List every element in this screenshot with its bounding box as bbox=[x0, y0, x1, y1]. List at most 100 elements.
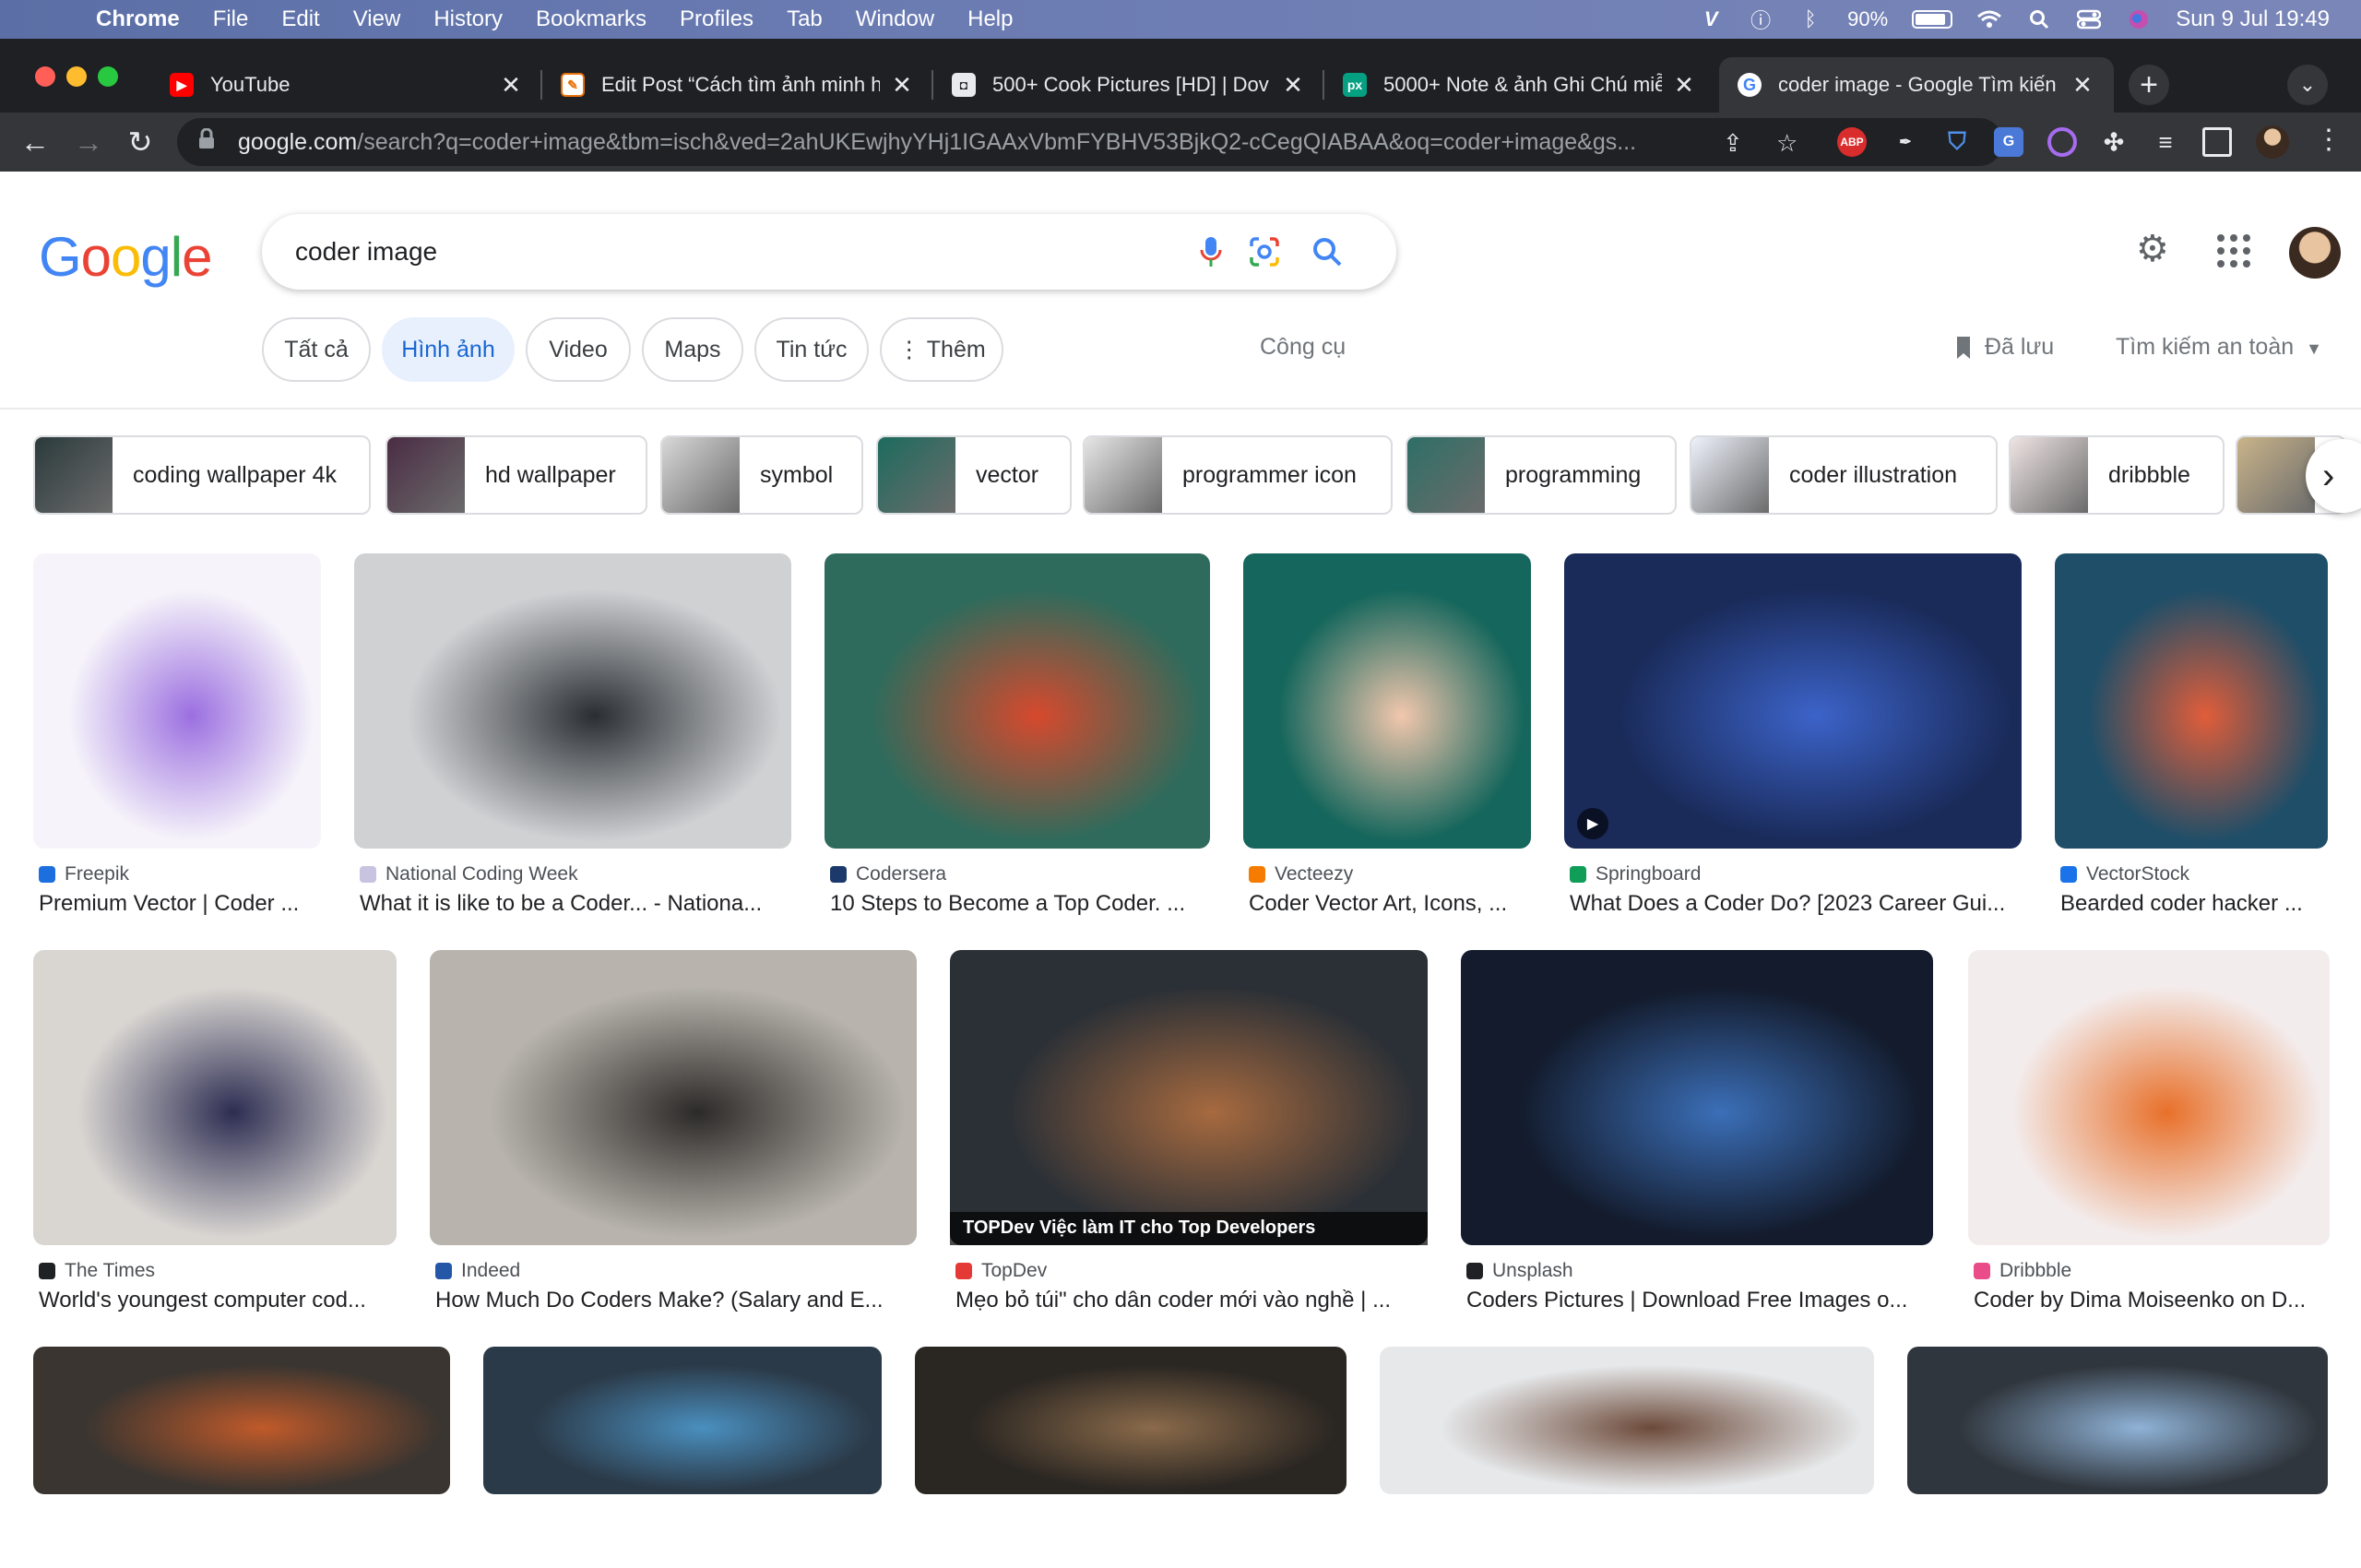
result-thumbnail[interactable] bbox=[33, 950, 397, 1245]
result-title[interactable]: Coder Vector Art, Icons, ... bbox=[1249, 891, 1531, 917]
menubar-clock[interactable]: Sun 9 Jul 19:49 bbox=[2176, 6, 2330, 32]
result-source[interactable]: National Coding Week bbox=[360, 863, 578, 885]
shield-icon[interactable]: ⛉ bbox=[1942, 127, 1972, 157]
forward-button[interactable]: → bbox=[72, 125, 105, 159]
tab-search-button[interactable]: ⌄ bbox=[2287, 65, 2328, 105]
wifi-icon[interactable] bbox=[1976, 9, 2002, 30]
result-thumbnail[interactable] bbox=[33, 553, 321, 849]
reload-button[interactable]: ↻ bbox=[124, 125, 157, 159]
result-title[interactable]: Coders Pictures | Download Free Images o… bbox=[1466, 1288, 1933, 1313]
result-source[interactable]: Freepik bbox=[39, 863, 129, 885]
abp-icon[interactable]: ABP bbox=[1837, 127, 1867, 157]
lens-icon[interactable] bbox=[1247, 234, 1282, 269]
result-source[interactable]: TopDev bbox=[955, 1260, 1047, 1282]
menu-app[interactable]: Chrome bbox=[96, 6, 180, 32]
result-thumbnail[interactable] bbox=[950, 950, 1428, 1245]
result-thumbnail[interactable] bbox=[2055, 553, 2328, 849]
safesearch-dropdown[interactable]: Tìm kiếm an toàn ▼ bbox=[2116, 334, 2322, 361]
spotlight-search-icon[interactable] bbox=[2026, 9, 2052, 30]
google-apps-icon[interactable] bbox=[2217, 234, 2250, 267]
back-button[interactable]: ← bbox=[18, 125, 52, 159]
result-source[interactable]: Dribbble bbox=[1974, 1260, 2071, 1282]
result-source[interactable]: The Times bbox=[39, 1260, 155, 1282]
result-thumbnail[interactable] bbox=[825, 553, 1210, 849]
image-result[interactable]: The Times World's youngest computer cod..… bbox=[33, 950, 397, 1319]
close-tab-icon[interactable]: ✕ bbox=[498, 71, 524, 100]
result-thumbnail[interactable] bbox=[1968, 950, 2330, 1245]
menu-help[interactable]: Help bbox=[967, 6, 1013, 32]
result-title[interactable]: What Does a Coder Do? [2023 Career Gui..… bbox=[1570, 891, 2022, 917]
menu-bookmarks[interactable]: Bookmarks bbox=[536, 6, 647, 32]
close-tab-icon[interactable]: ✕ bbox=[1671, 71, 1697, 100]
url-text[interactable]: google.com/search?q=coder+image&tbm=isch… bbox=[238, 129, 1714, 156]
image-result[interactable]: National Coding Week What it is like to b… bbox=[354, 553, 791, 922]
image-result[interactable] bbox=[915, 1347, 1347, 1568]
menu-view[interactable]: View bbox=[353, 6, 401, 32]
related-search-chip[interactable]: dribbble bbox=[2009, 435, 2225, 515]
control-center-icon[interactable] bbox=[2076, 9, 2102, 30]
menu-edit[interactable]: Edit bbox=[281, 6, 319, 32]
chip-images[interactable]: Hình ảnh bbox=[382, 317, 515, 382]
sidepanel-icon[interactable] bbox=[2202, 127, 2232, 157]
result-thumbnail[interactable] bbox=[1243, 553, 1531, 849]
bookmark-star-icon[interactable]: ☆ bbox=[1776, 129, 1797, 158]
image-result[interactable]: TOPDev Việc làm IT cho Top Developers Top… bbox=[950, 950, 1428, 1319]
image-result[interactable]: Indeed How Much Do Coders Make? (Salary a… bbox=[430, 950, 917, 1319]
share-icon[interactable]: ⇪ bbox=[1723, 129, 1743, 158]
related-search-chip[interactable]: programming bbox=[1406, 435, 1677, 515]
mic-icon[interactable] bbox=[1193, 234, 1228, 269]
address-bar[interactable]: google.com/search?q=coder+image&tbm=isch… bbox=[177, 118, 2003, 166]
result-source[interactable]: Unsplash bbox=[1466, 1260, 1573, 1282]
vivaldi-status-icon[interactable]: V bbox=[1698, 7, 1724, 30]
image-result[interactable] bbox=[483, 1347, 882, 1568]
result-thumbnail[interactable] bbox=[1564, 553, 2022, 849]
tab-cook-pictures[interactable]: ◘ 500+ Cook Pictures [HD] | Dov ✕ bbox=[933, 57, 1324, 113]
google-logo[interactable]: Google bbox=[39, 225, 213, 289]
account-avatar[interactable] bbox=[2289, 227, 2341, 279]
result-thumbnail[interactable] bbox=[915, 1347, 1347, 1494]
siri-icon[interactable] bbox=[2126, 9, 2152, 30]
image-result[interactable]: Codersera 10 Steps to Become a Top Coder.… bbox=[825, 553, 1210, 922]
playlist-icon[interactable]: ≡ bbox=[2151, 127, 2180, 157]
chip-all[interactable]: Tất cả bbox=[262, 317, 371, 382]
chrome-menu-icon[interactable]: ⋮ bbox=[2315, 124, 2343, 156]
puzzle-icon[interactable]: ✣ bbox=[2099, 127, 2129, 157]
image-result[interactable]: Unsplash Coders Pictures | Download Free … bbox=[1461, 950, 1933, 1319]
result-title[interactable]: Bearded coder hacker ... bbox=[2060, 891, 2328, 917]
related-search-chip[interactable]: programmer icon bbox=[1083, 435, 1393, 515]
tab-google-images[interactable]: G coder image - Google Tìm kiến ✕ bbox=[1719, 57, 2114, 113]
result-thumbnail[interactable] bbox=[1461, 950, 1933, 1245]
image-result[interactable]: Vecteezy Coder Vector Art, Icons, ... bbox=[1243, 553, 1531, 922]
chip-maps[interactable]: Maps bbox=[642, 317, 743, 382]
minimize-window-button[interactable] bbox=[66, 66, 87, 87]
chip-news[interactable]: Tin tức bbox=[754, 317, 869, 382]
result-thumbnail[interactable] bbox=[1380, 1347, 1874, 1494]
search-input[interactable]: coder image bbox=[295, 237, 437, 267]
result-source[interactable]: Vecteezy bbox=[1249, 863, 1353, 885]
tab-note-pexels[interactable]: px 5000+ Note & ảnh Ghi Chú miễ ✕ bbox=[1324, 57, 1715, 113]
search-icon[interactable] bbox=[1310, 234, 1345, 269]
close-tab-icon[interactable]: ✕ bbox=[2070, 71, 2095, 100]
new-tab-button[interactable]: + bbox=[2129, 65, 2169, 105]
bluetooth-icon[interactable]: ᛒ bbox=[1797, 7, 1823, 30]
image-result[interactable] bbox=[1380, 1347, 1874, 1568]
lock-icon[interactable] bbox=[197, 127, 223, 156]
result-source[interactable]: Codersera bbox=[830, 863, 946, 885]
pen-icon[interactable]: ✒ bbox=[1891, 127, 1920, 157]
related-search-chip[interactable]: coding wallpaper 4k bbox=[33, 435, 371, 515]
image-result[interactable]: ▶ Springboard What Does a Coder Do? [2023 … bbox=[1564, 553, 2022, 922]
chip-video[interactable]: Video bbox=[526, 317, 631, 382]
menu-profiles[interactable]: Profiles bbox=[680, 6, 753, 32]
tools-button[interactable]: Công cụ bbox=[1260, 334, 1346, 361]
related-search-chip[interactable]: symbol bbox=[660, 435, 863, 515]
tab-youtube[interactable]: ▶ YouTube ✕ bbox=[151, 57, 542, 113]
image-result[interactable] bbox=[33, 1347, 450, 1568]
result-thumbnail[interactable] bbox=[354, 553, 791, 849]
menu-history[interactable]: History bbox=[433, 6, 503, 32]
saved-button[interactable]: Đã lưu bbox=[1953, 334, 2054, 361]
result-title[interactable]: How Much Do Coders Make? (Salary and E..… bbox=[435, 1288, 917, 1313]
image-result[interactable]: VectorStock Bearded coder hacker ... bbox=[2055, 553, 2328, 922]
result-title[interactable]: 10 Steps to Become a Top Coder. ... bbox=[830, 891, 1210, 917]
result-title[interactable]: Coder by Dima Moiseenko on D... bbox=[1974, 1288, 2330, 1313]
result-source[interactable]: Springboard bbox=[1570, 863, 1701, 885]
